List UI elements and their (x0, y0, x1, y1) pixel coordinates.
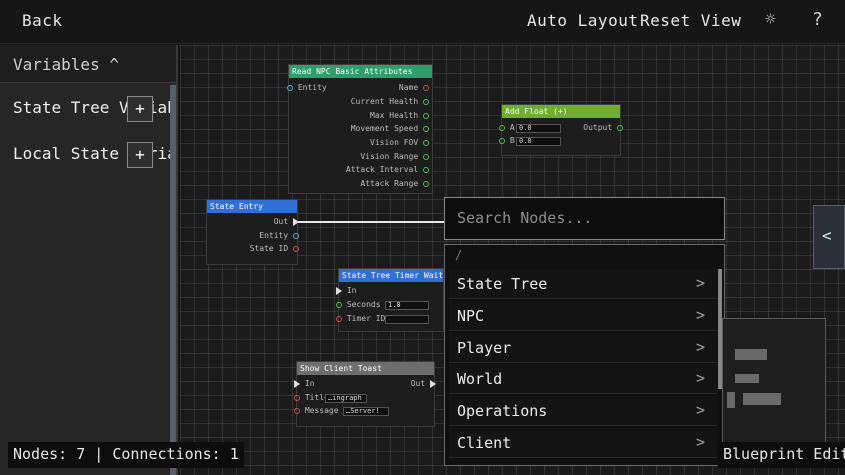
top-bar: Back Auto Layout Reset View ☼ ? (0, 0, 845, 44)
settings-icon[interactable]: ☼ (765, 9, 776, 30)
state-id-output-port[interactable]: State ID (250, 244, 299, 253)
a-value-field[interactable]: 0.0 (516, 124, 561, 133)
variables-header[interactable]: Variables ^ (0, 45, 176, 83)
chevron-right-icon: > (695, 338, 705, 356)
search-placeholder: Search Nodes... (457, 209, 593, 227)
variables-sidebar: Variables ^ State Tree Variables + Local… (0, 45, 178, 475)
in-exec-port[interactable]: In (294, 379, 314, 388)
chevron-right-icon: > (695, 433, 705, 451)
a-input-port[interactable]: A (499, 123, 515, 132)
node-title: Show Client Toast (297, 362, 434, 375)
b-input-port[interactable]: B (499, 136, 515, 145)
entity-output-port[interactable]: Entity (259, 231, 299, 240)
output-port[interactable]: Movement Speed (351, 124, 429, 133)
category-world[interactable]: World > (449, 364, 717, 394)
output-port[interactable]: Attack Interval (346, 165, 429, 174)
output-port[interactable]: Vision Range (360, 152, 429, 161)
node-title: Read NPC Basic Attributes (289, 65, 432, 78)
output-port[interactable]: Attack Range (360, 179, 429, 188)
graph-status: Nodes: 7 | Connections: 1 (8, 442, 244, 468)
category-player[interactable]: Player > (449, 333, 717, 363)
category-npc[interactable]: NPC > (449, 301, 717, 331)
input-pin[interactable] (287, 84, 293, 91)
auto-layout-button[interactable]: Auto Layout (527, 11, 638, 30)
minimap-node (743, 393, 781, 405)
back-button[interactable]: Back (22, 11, 63, 30)
state-entry-node[interactable]: State Entry Out Entity State ID (206, 199, 299, 265)
node-title: State Entry (207, 200, 297, 213)
output-port[interactable]: Current Health (351, 97, 429, 106)
out-exec-port[interactable]: Out (411, 379, 436, 388)
message-value-field[interactable]: …Server! (343, 407, 389, 416)
title-value-field[interactable]: …ingraph (325, 394, 367, 403)
add-state-tree-variable-button[interactable]: + (127, 96, 153, 122)
output-port[interactable]: Name (399, 83, 429, 92)
seconds-value-field[interactable]: 1.0 (385, 301, 429, 310)
title-input-port[interactable]: Title (294, 393, 329, 402)
chevron-right-icon: > (695, 306, 705, 324)
category-operations[interactable]: Operations > (449, 396, 717, 426)
category-client[interactable]: Client > (449, 428, 717, 458)
add-local-state-variable-button[interactable]: + (127, 142, 153, 168)
in-exec-port[interactable]: In (336, 286, 356, 295)
minimap-node (735, 349, 767, 360)
sidebar-scrollbar[interactable] (170, 85, 176, 475)
out-exec-port[interactable]: Out (274, 217, 299, 226)
entity-input-port[interactable]: Entity (287, 83, 327, 92)
timer-id-field[interactable] (385, 315, 429, 324)
chevron-right-icon: > (695, 401, 705, 419)
show-client-toast-node[interactable]: Show Client Toast In Out Title …ingraph … (294, 361, 436, 427)
reset-view-button[interactable]: Reset View (640, 11, 741, 30)
exec-connection (298, 221, 444, 223)
read-npc-attributes-node[interactable]: Read NPC Basic Attributes Entity Name Cu… (287, 64, 433, 194)
node-title: State Tree Timer Wait C (339, 269, 443, 282)
right-panel-toggle[interactable]: < (813, 205, 845, 269)
help-icon[interactable]: ? (812, 9, 823, 30)
timer-wait-node[interactable]: State Tree Timer Wait C In Seconds 1.0 T… (336, 268, 444, 332)
minimap-node (735, 374, 759, 383)
b-value-field[interactable]: 0.0 (516, 137, 561, 146)
minimap-node (727, 392, 735, 408)
timer-id-input-port[interactable]: Timer ID (336, 314, 385, 323)
chevron-right-icon: > (695, 369, 705, 387)
editor-title: Blueprint Editor (718, 442, 845, 468)
seconds-input-port[interactable]: Seconds (336, 300, 381, 309)
output-port[interactable]: Output (583, 123, 623, 132)
node-title: Add Float (+) (502, 105, 620, 118)
node-search-input[interactable]: Search Nodes... (444, 197, 725, 240)
variables-header-label: Variables ^ (13, 55, 119, 74)
output-port[interactable]: Max Health (370, 111, 429, 120)
chevron-left-icon: < (822, 226, 832, 245)
chevron-right-icon: > (695, 274, 705, 292)
minimap[interactable] (722, 318, 826, 446)
output-port[interactable]: Vision FOV (370, 138, 429, 147)
menu-path: / (455, 248, 463, 262)
category-state-tree[interactable]: State Tree > (449, 269, 717, 299)
message-input-port[interactable]: Message (294, 406, 339, 415)
add-float-node[interactable]: Add Float (+) A 0.0 B 0.0 Output (499, 104, 623, 156)
node-category-menu: / State Tree > NPC > Player > World > Op… (444, 244, 725, 466)
